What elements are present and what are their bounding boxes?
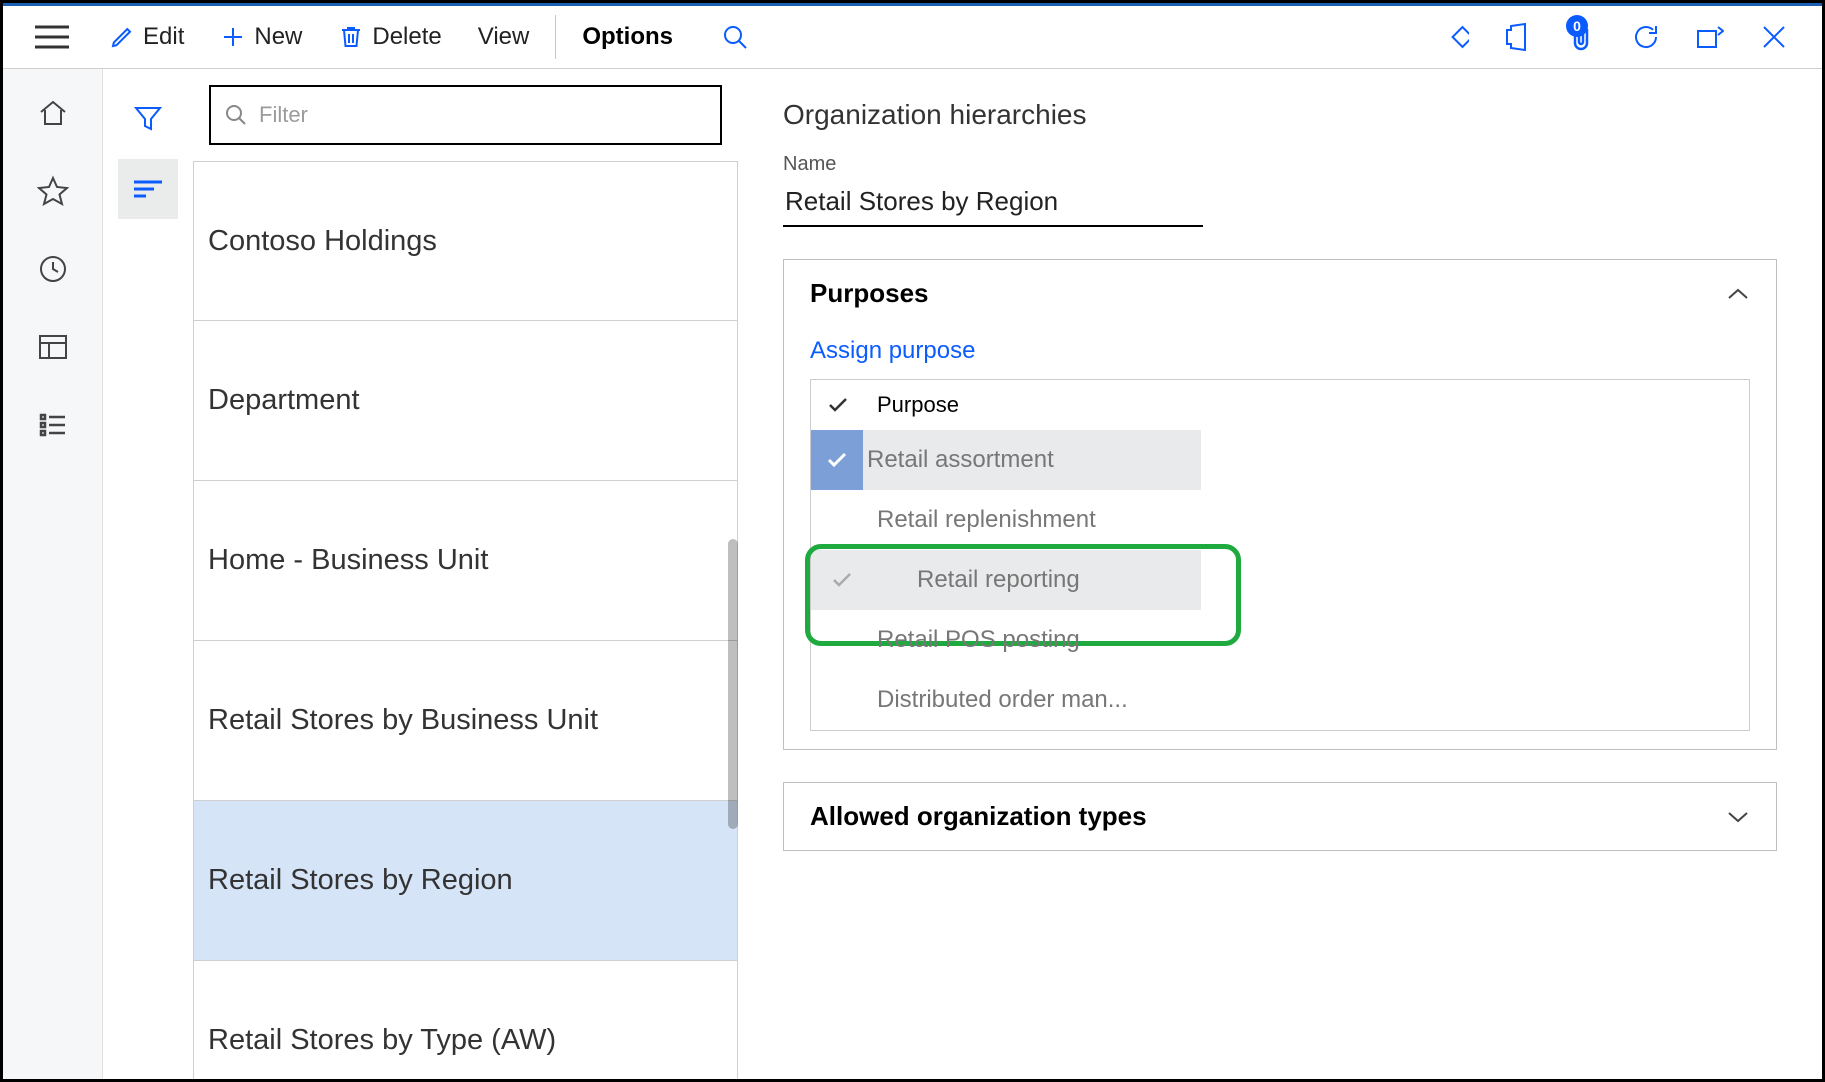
purpose-grid-header: Purpose [811, 380, 1749, 430]
refresh-button[interactable] [1628, 19, 1664, 55]
nav-modules[interactable] [31, 403, 75, 447]
filter-box[interactable] [209, 85, 722, 145]
hamburger-button[interactable] [13, 6, 91, 68]
purposes-title: Purposes [810, 278, 929, 309]
allowed-types-panel: Allowed organization types [783, 782, 1777, 851]
close-button[interactable] [1756, 19, 1792, 55]
purpose-label: Retail assortment [867, 446, 1054, 474]
check-icon[interactable] [827, 396, 857, 414]
purpose-row[interactable]: Retail assortment [811, 430, 1201, 490]
options-label: Options [582, 23, 673, 51]
search-button[interactable] [721, 23, 749, 51]
name-label: Name [783, 153, 1777, 176]
attachments-button[interactable]: 0 [1564, 19, 1600, 55]
purpose-label: Retail POS posting [877, 626, 1080, 654]
chevron-up-icon [1726, 287, 1750, 301]
purpose-row[interactable]: Distributed order man... [811, 670, 1201, 730]
check-icon [811, 430, 863, 490]
view-label: View [478, 23, 530, 51]
nav-rail [3, 69, 103, 1079]
purpose-row[interactable]: Retail reporting [811, 550, 1201, 610]
purpose-label: Retail reporting [917, 566, 1080, 594]
office-icon[interactable] [1500, 19, 1536, 55]
delete-label: Delete [372, 23, 441, 51]
list-item[interactable]: Retail Stores by Region [193, 801, 738, 961]
attachments-badge: 0 [1566, 15, 1588, 37]
purpose-label: Distributed order man... [877, 686, 1128, 714]
allowed-types-title: Allowed organization types [810, 801, 1147, 832]
pencil-icon [109, 24, 135, 50]
search-icon [225, 104, 247, 126]
purposes-header[interactable]: Purposes [784, 260, 1776, 327]
new-button[interactable]: New [202, 15, 320, 59]
action-toolbar: Edit New Delete View Options 0 [3, 3, 1822, 69]
list-item[interactable]: Department [193, 321, 738, 481]
sort-button[interactable] [118, 159, 178, 219]
plus-icon [220, 24, 246, 50]
name-value[interactable]: Retail Stores by Region [783, 180, 1203, 227]
purpose-column-label[interactable]: Purpose [877, 392, 959, 418]
list-item[interactable]: Retail Stores by Type (AW) [193, 961, 738, 1079]
filter-rail [103, 69, 193, 1079]
trash-icon [338, 24, 364, 50]
toolbar-separator [555, 15, 556, 59]
check-icon [827, 571, 857, 589]
chevron-down-icon [1726, 810, 1750, 824]
scrollbar-thumb[interactable] [728, 539, 738, 829]
purpose-row[interactable]: Retail replenishment [811, 490, 1201, 550]
delete-button[interactable]: Delete [320, 15, 459, 59]
nav-home[interactable] [31, 91, 75, 135]
list-item[interactable]: Retail Stores by Business Unit [193, 641, 738, 801]
allowed-types-header[interactable]: Allowed organization types [784, 783, 1776, 850]
purpose-label: Retail replenishment [877, 506, 1096, 534]
view-button[interactable]: View [460, 15, 548, 59]
list-item[interactable]: Contoso Holdings [193, 161, 738, 321]
nav-workspaces[interactable] [31, 325, 75, 369]
popout-button[interactable] [1692, 19, 1728, 55]
nav-favorites[interactable] [31, 169, 75, 213]
hierarchy-list: Contoso HoldingsDepartmentHome - Busines… [193, 161, 738, 1079]
purpose-grid: Purpose Retail assortment Retail replenis… [810, 379, 1750, 731]
options-button[interactable]: Options [564, 15, 691, 59]
hierarchy-list-column: Contoso HoldingsDepartmentHome - Busines… [193, 69, 738, 1079]
filter-input[interactable] [259, 102, 706, 128]
purpose-row[interactable]: Retail POS posting [811, 610, 1201, 670]
nav-recent[interactable] [31, 247, 75, 291]
new-label: New [254, 23, 302, 51]
edit-label: Edit [143, 23, 184, 51]
purposes-panel: Purposes Assign purpose Purpose Retail a… [783, 259, 1777, 750]
detail-pane: Organization hierarchies Name Retail Sto… [738, 69, 1822, 1079]
assign-purpose-link[interactable]: Assign purpose [810, 337, 1750, 365]
page-title: Organization hierarchies [783, 99, 1777, 131]
list-item[interactable]: Home - Business Unit [193, 481, 738, 641]
app-icon[interactable] [1436, 19, 1472, 55]
filter-button[interactable] [118, 89, 178, 149]
edit-button[interactable]: Edit [91, 15, 202, 59]
